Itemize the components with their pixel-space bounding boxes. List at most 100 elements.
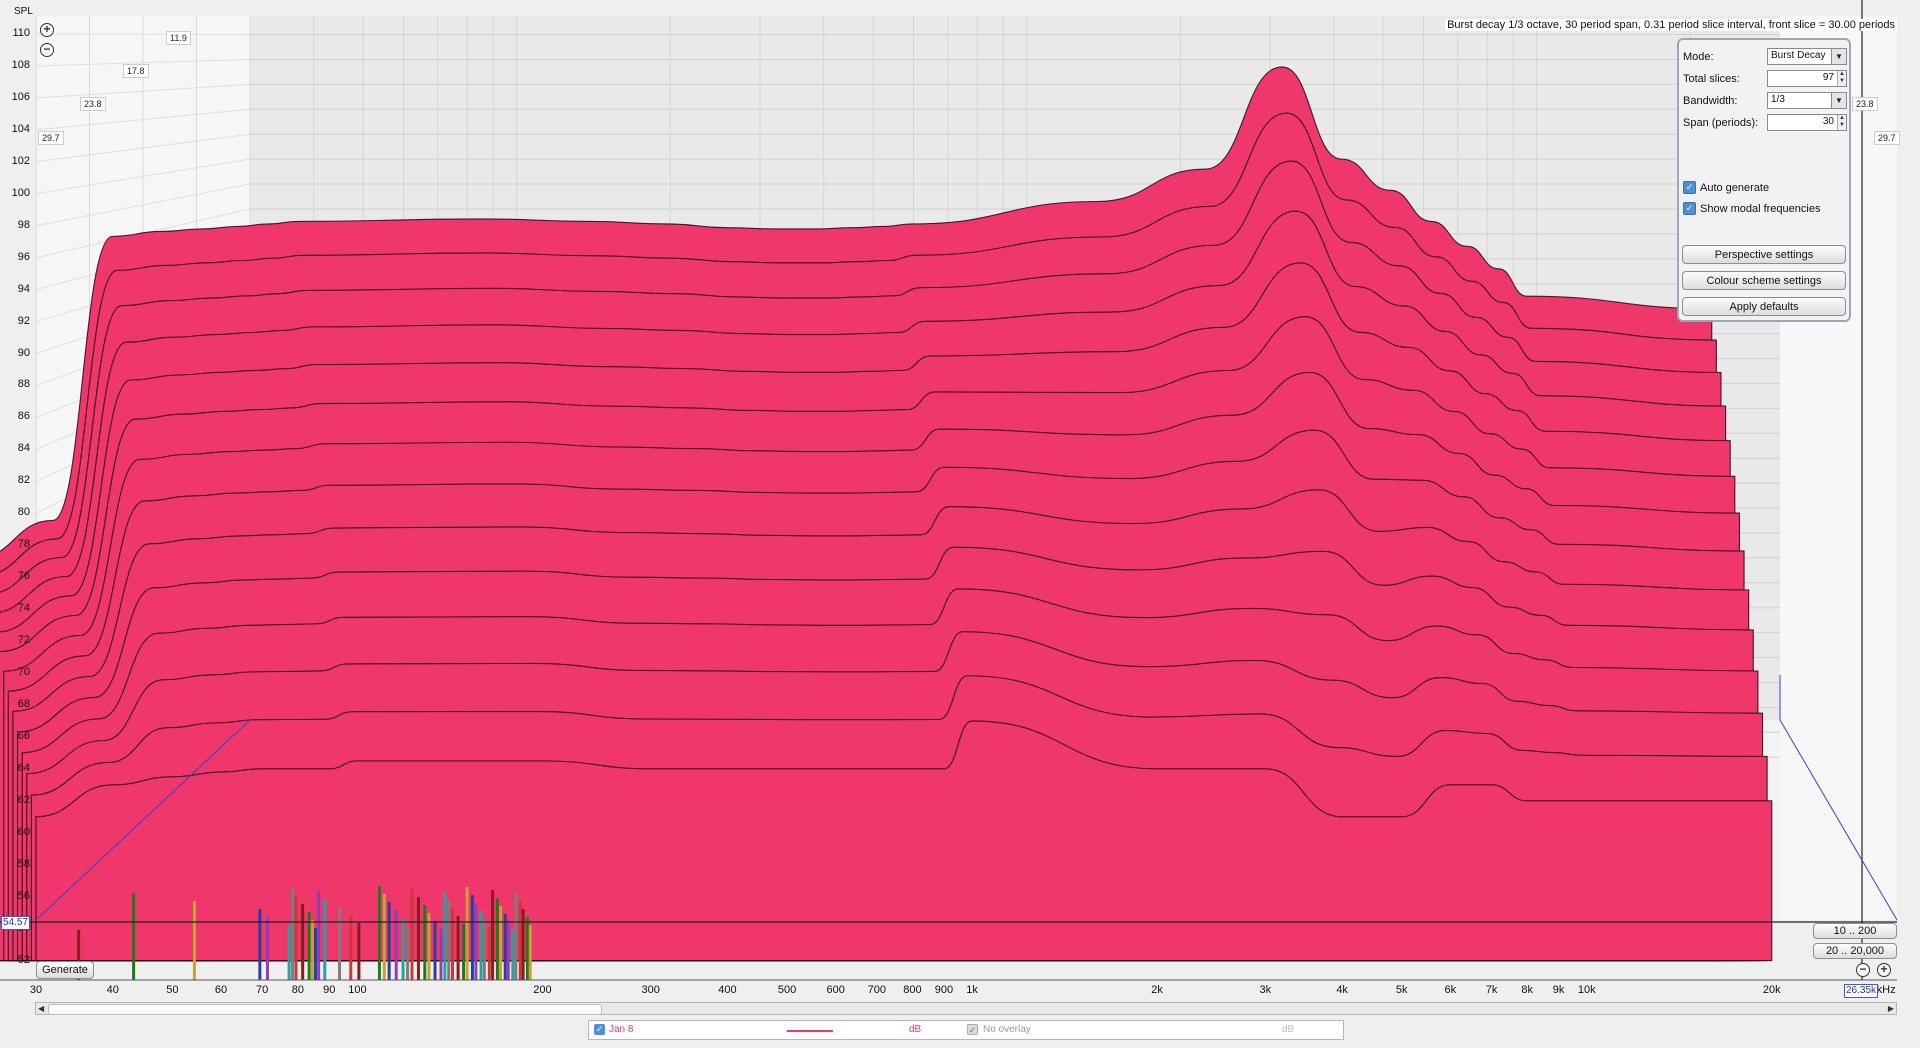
modal-frequency-bar <box>401 918 405 980</box>
chevron-down-icon: ▼ <box>1831 93 1846 108</box>
legend-bar: ✓ Jan 8 dB ✓ No overlay dB <box>588 1020 1344 1040</box>
zoom-out-icon[interactable]: − <box>40 43 54 57</box>
x-tick-label: 70 <box>256 984 269 996</box>
x-tick-label: 800 <box>903 984 922 996</box>
modal-frequency-bar <box>416 897 420 980</box>
grid-line <box>35 33 251 36</box>
y-tick-label: 106 <box>11 90 30 103</box>
modal-frequency-bar <box>470 895 474 980</box>
overlay-checkbox[interactable]: ✓ <box>967 1024 978 1035</box>
waterfall-plot[interactable] <box>0 0 1920 1000</box>
y-tick-label: 96 <box>17 250 30 263</box>
x-tick-label: 1k <box>966 984 978 996</box>
perspective-settings-button[interactable]: Perspective settings <box>1682 245 1846 264</box>
mode-select[interactable]: Burst Decay ▼ <box>1767 48 1847 65</box>
span-stepper[interactable]: 30 ▲ ▼ <box>1767 114 1847 131</box>
modal-frequency-bar <box>451 908 455 980</box>
spinner-icon[interactable]: ▲ ▼ <box>1837 71 1846 86</box>
modal-frequency-bar <box>521 909 525 980</box>
chart-summary-text: Burst decay 1/3 octave, 30 period span, … <box>1445 19 1897 31</box>
x-tick-label: 80 <box>291 984 304 996</box>
y-tick-label: 110 <box>12 27 30 39</box>
modal-frequency-bar <box>317 891 321 980</box>
modal-frequency-bar <box>506 922 510 980</box>
modal-frequency-bar <box>495 898 499 980</box>
slices-value: 97 <box>1822 72 1834 83</box>
modal-frequency-bar <box>528 925 532 980</box>
zoom-in-icon[interactable]: + <box>40 23 54 37</box>
modal-frequency-bar <box>491 890 495 980</box>
y-tick-label: 92 <box>17 314 30 327</box>
y-tick-label: 76 <box>17 570 30 583</box>
slices-label: Total slices: <box>1683 73 1740 85</box>
scroll-right-icon[interactable]: ▶ <box>1888 1003 1894 1014</box>
x-tick-label: 10k <box>1577 984 1596 996</box>
modal-frequency-bar <box>447 900 451 980</box>
slices-stepper[interactable]: 97 ▲ ▼ <box>1767 70 1847 87</box>
x-tick-label: 300 <box>641 984 660 996</box>
auto-generate-label: Auto generate <box>1700 181 1770 194</box>
y-tick-label: 104 <box>11 122 30 135</box>
scrollbar-thumb[interactable] <box>48 1004 602 1015</box>
x-tick-label: 900 <box>934 984 954 996</box>
scroll-left-icon[interactable]: ◀ <box>38 1003 44 1014</box>
show-modal-checkbox[interactable]: ✓ Show modal frequencies <box>1683 202 1820 215</box>
bandwidth-label: Bandwidth: <box>1683 95 1738 107</box>
modal-frequency-bar <box>511 930 515 980</box>
y-tick-label: 64 <box>17 761 30 774</box>
depth-label: 11.9 <box>166 31 191 45</box>
modal-frequency-bar <box>258 909 262 980</box>
y-tick-label: 84 <box>17 442 30 455</box>
checkmark-icon: ✓ <box>1683 181 1696 194</box>
y-tick-label: 58 <box>17 857 30 870</box>
modal-frequency-bar <box>406 926 410 980</box>
span-value: 30 <box>1822 116 1834 127</box>
auto-generate-checkbox[interactable]: ✓ Auto generate <box>1683 181 1769 194</box>
y-tick-label: 60 <box>17 825 30 838</box>
show-modal-label: Show modal frequencies <box>1700 202 1821 215</box>
y-tick-label: 68 <box>17 697 30 710</box>
modal-frequency-bar <box>410 889 414 980</box>
x-tick-label: 30 <box>29 984 43 996</box>
modal-frequency-bar <box>514 893 518 980</box>
spinner-icon[interactable]: ▲ ▼ <box>1837 115 1846 130</box>
y-tick-label: 78 <box>17 538 30 551</box>
colour-scheme-button[interactable]: Colour scheme settings <box>1682 271 1846 290</box>
y-cursor-readout: 54.57 <box>1 916 31 930</box>
modal-frequency-bar <box>387 902 391 980</box>
modal-frequency-bar <box>394 910 398 980</box>
generate-button[interactable]: Generate <box>36 961 94 979</box>
range-20-20000-button[interactable]: 20 .. 20,000 <box>1813 943 1897 959</box>
modal-frequency-bar <box>323 899 327 980</box>
checkmark-icon: ✓ <box>1683 202 1696 215</box>
zoom-in-icon[interactable]: + <box>1877 963 1891 977</box>
modal-frequency-bar <box>462 924 466 980</box>
modal-frequency-bar <box>301 904 305 980</box>
y-tick-label: 82 <box>17 474 30 487</box>
apply-defaults-button[interactable]: Apply defaults <box>1682 297 1846 316</box>
x-tick-label: 400 <box>718 984 737 996</box>
y-tick-label: 88 <box>17 378 30 391</box>
modal-frequency-bar <box>192 901 196 980</box>
modal-frequency-bar <box>349 915 353 980</box>
y-tick-label: 108 <box>11 58 30 71</box>
range-10-200-button[interactable]: 10 .. 200 <box>1813 923 1897 939</box>
bandwidth-select[interactable]: 1/3 ▼ <box>1767 92 1847 109</box>
measurement-checkbox[interactable]: ✓ <box>594 1024 605 1035</box>
modal-frequency-bar <box>338 907 342 980</box>
x-tick-label: 8k <box>1521 984 1533 996</box>
horizontal-scrollbar[interactable]: ◀ ▶ <box>35 1002 1897 1015</box>
modal-frequency-bar <box>294 896 298 980</box>
modal-frequency-bar <box>456 916 460 980</box>
zoom-out-icon[interactable]: − <box>1856 963 1870 977</box>
x-tick-label: 2k <box>1151 984 1163 996</box>
bandwidth-value: 1/3 <box>1771 94 1785 105</box>
x-tick-label: 7k <box>1485 984 1498 996</box>
y-tick-label: 70 <box>17 666 30 678</box>
depth-label: 23.8 <box>80 97 106 111</box>
depth-label: 17.8 <box>123 64 149 78</box>
x-tick-label: 50 <box>166 984 179 996</box>
overlay-unit: dB <box>1282 1024 1295 1035</box>
measurement-line-swatch <box>787 1030 833 1032</box>
modal-frequency-bar <box>439 929 443 980</box>
